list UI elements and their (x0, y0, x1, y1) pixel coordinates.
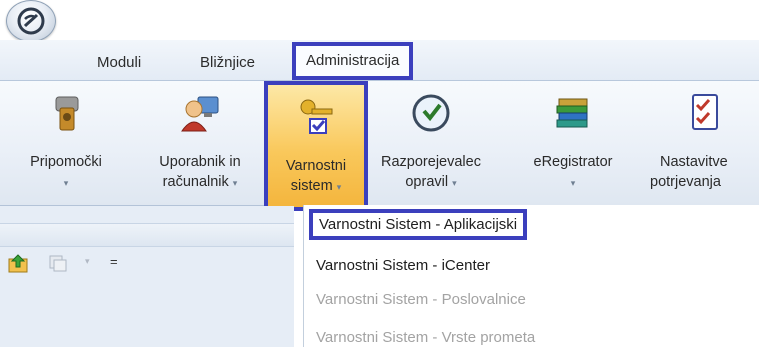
user-computer-icon (181, 96, 219, 132)
menu-item-vrste-prometa: Varnostni Sistem - Vrste prometa (316, 329, 536, 346)
copy-icon[interactable] (48, 254, 68, 272)
tab-administracija[interactable]: Administracija (292, 42, 414, 80)
ribbon-label: Nastavitve (660, 154, 728, 170)
chevron-down-icon: ▾ (336, 182, 342, 192)
chevron-down-icon: ▾ (452, 178, 457, 188)
panel-header-strip (0, 223, 294, 247)
ribbon-label: Pripomočki (30, 154, 102, 170)
menu-item-icenter[interactable]: Varnostni Sistem - iCenter (316, 257, 490, 274)
panel-toolbar: ▾ = (0, 250, 294, 278)
ribbon-label-2: računalnik (162, 174, 229, 190)
ribbon-button-uporabnik[interactable]: Uporabnik in računalnik ▾ (140, 81, 260, 203)
ribbon-label: Razporejevalec (381, 154, 481, 170)
varnostni-sistem-dropdown: Varnostni Sistem - Aplikacijski Varnostn… (303, 205, 759, 347)
ribbon-label: Varnostni (285, 158, 347, 174)
tool-icon (55, 96, 79, 131)
ribbon-button-eregistrator[interactable]: eRegistrator ▾ (518, 81, 628, 203)
chevron-down-icon: ▾ (232, 178, 238, 188)
tab-bliznjice[interactable]: Bližnjice (200, 54, 255, 71)
app-menu-orb[interactable] (6, 0, 56, 42)
ribbon-button-nastavitve-potrjevanja[interactable]: Nastavitve potrjevanja (650, 81, 759, 203)
ribbon-label-2: opravil (405, 174, 449, 190)
ribbon-button-varnostni-sistem[interactable]: Varnostni sistem ▾ (264, 81, 368, 211)
chevron-down-icon: ▾ (570, 178, 576, 188)
menu-item-aplikacijski[interactable]: Varnostni Sistem - Aplikacijski (309, 209, 528, 240)
ribbon-button-razporejevalec[interactable]: Razporejevalec opravil ▾ (372, 81, 490, 203)
chevron-down-icon: ▾ (63, 178, 69, 188)
ribbon-label-2: potrjevanja (650, 174, 721, 190)
ribbon-label: Uporabnik in (159, 154, 241, 170)
scheduler-clock-icon (412, 94, 450, 132)
checklist-icon (691, 94, 718, 130)
menu-bar: Moduli Bližnjice Administracija (0, 40, 759, 81)
ribbon-label: eRegistrator (533, 154, 613, 170)
more-icon[interactable]: = (110, 254, 118, 269)
ribbon-button-pripomocki[interactable]: Pripomočki ▾ (12, 81, 120, 203)
menu-item-poslovalnice: Varnostni Sistem - Poslovalnice (316, 291, 526, 308)
folder-up-icon[interactable] (8, 253, 30, 273)
books-icon (556, 98, 588, 128)
dropdown-arrow-icon[interactable]: ▾ (85, 256, 90, 267)
ribbon-label-2: sistem (290, 178, 333, 194)
keys-check-icon (300, 99, 333, 134)
tab-moduli[interactable]: Moduli (97, 54, 141, 71)
ribbon: Pripomočki ▾ Uporabnik in računalnik ▾ V… (0, 81, 759, 211)
app-logo-icon (17, 7, 45, 35)
left-panel: ▾ = (0, 206, 294, 347)
